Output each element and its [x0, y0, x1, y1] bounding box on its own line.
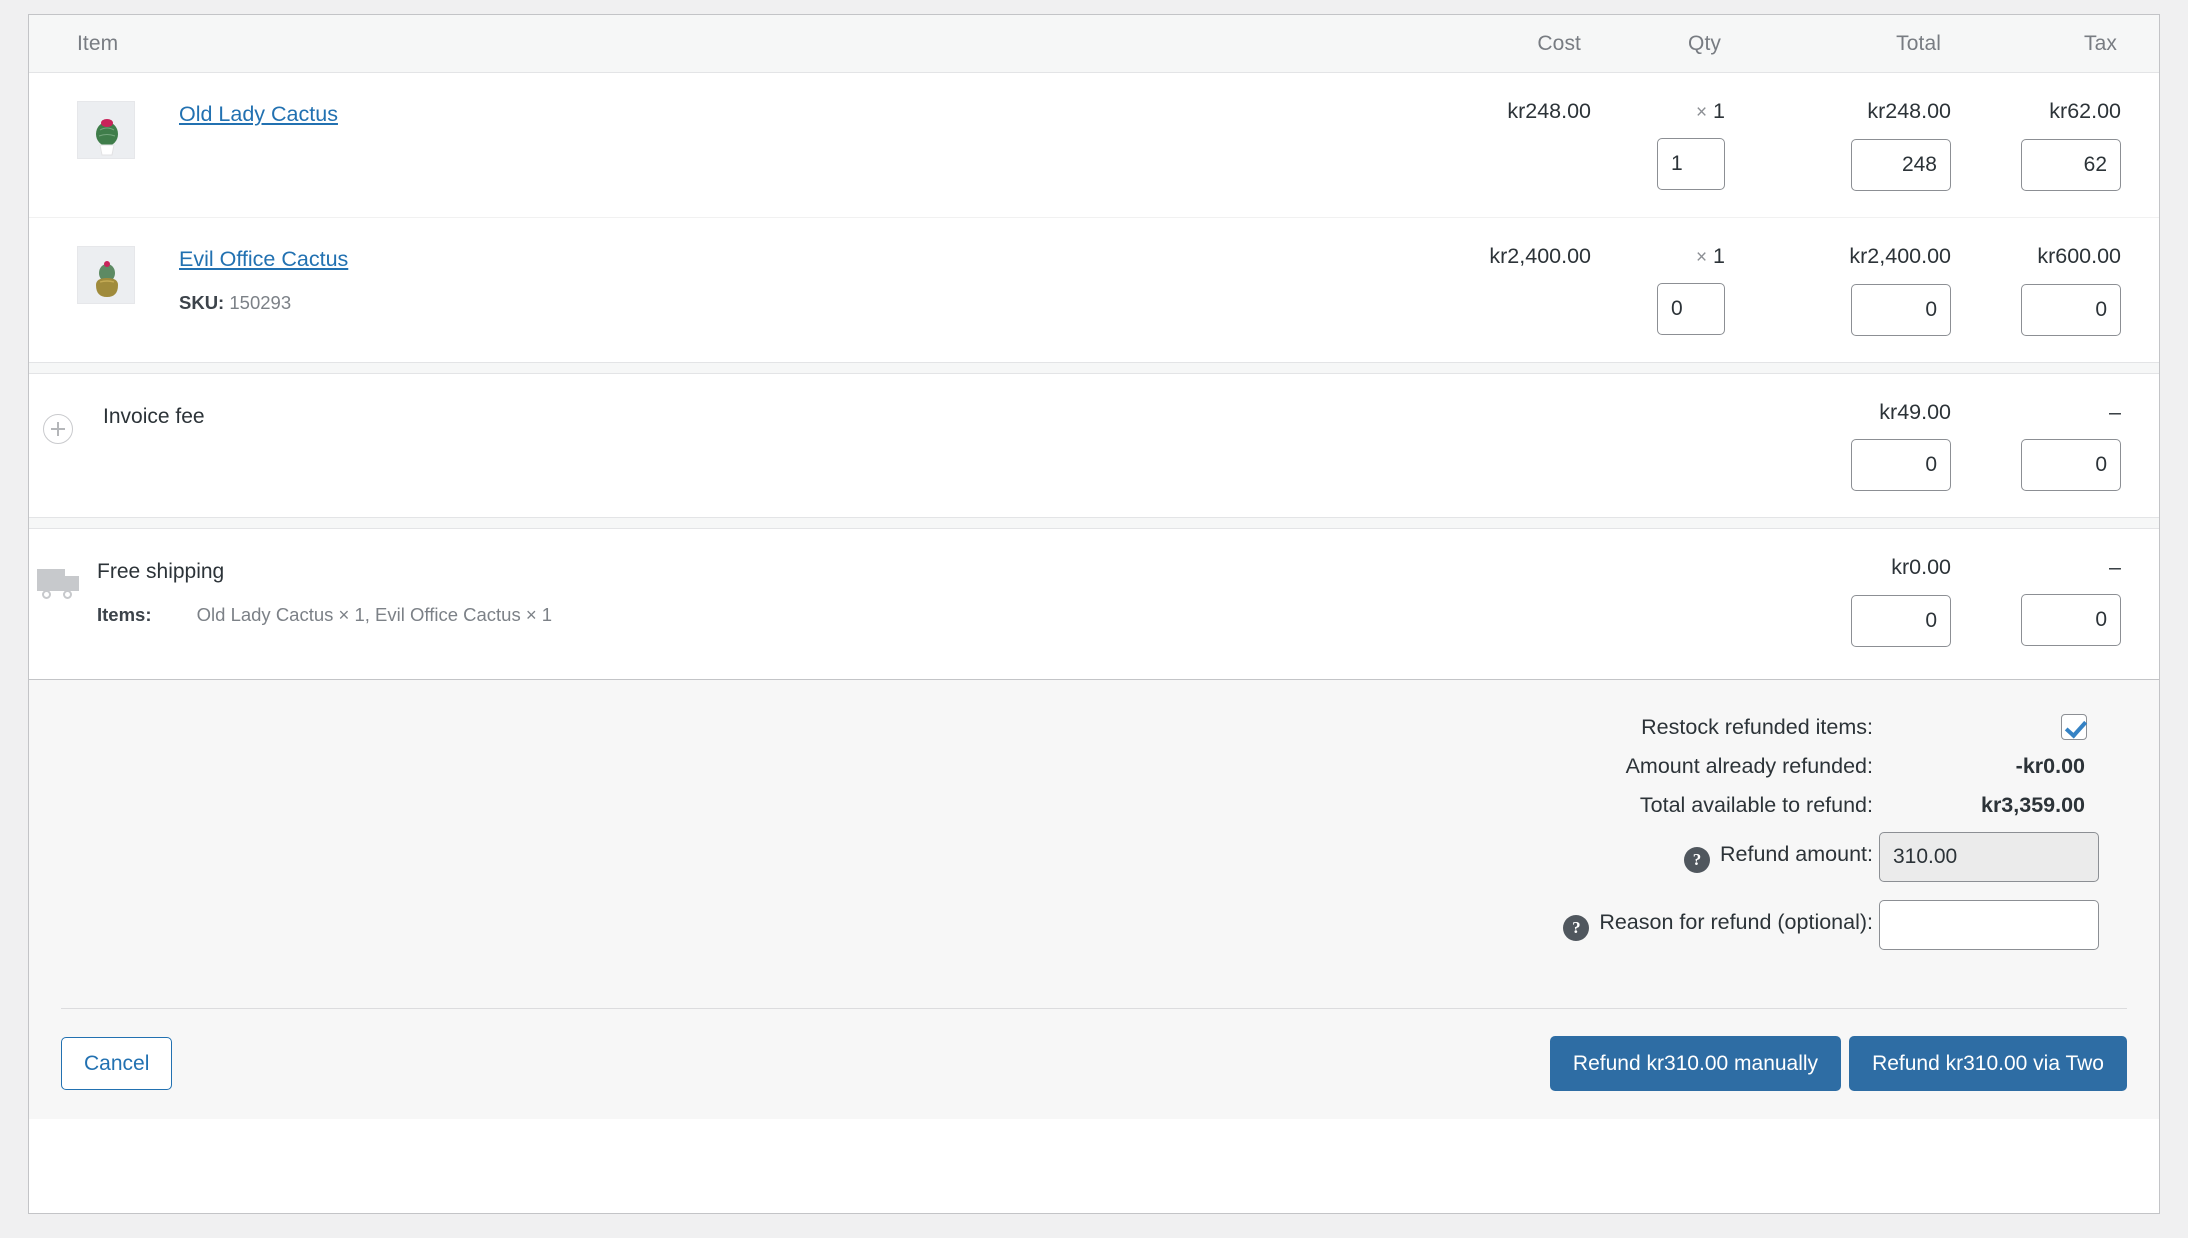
help-icon[interactable]: ?: [1563, 914, 1590, 941]
shipping-items: Items: Old Lady Cactus × 1, Evil Office …: [97, 602, 552, 628]
product-link[interactable]: Old Lady Cactus: [179, 101, 338, 129]
table-row: Old Lady Cactus kr248.00 × 1 kr248.00 kr…: [29, 73, 2159, 217]
available-to-refund-row: Total available to refund: kr3,359.00: [29, 793, 2159, 818]
section-divider: [29, 361, 2159, 374]
item-qty: × 1: [1591, 99, 1725, 124]
shipping-row: Free shipping Items: Old Lady Cactus × 1…: [29, 529, 2159, 679]
available-to-refund-value: kr3,359.00: [1980, 793, 2085, 818]
restock-checkbox[interactable]: [2061, 714, 2087, 741]
already-refunded-label: Amount already refunded:: [1625, 754, 1873, 779]
refund-qty-input[interactable]: [1657, 138, 1725, 190]
qty-value: 1: [1713, 243, 1725, 268]
refund-qty-input[interactable]: [1657, 282, 1725, 335]
column-header-total: Total: [1896, 31, 1941, 55]
item-cost: kr2,400.00: [1489, 243, 1591, 268]
refund-shipping-total-input[interactable]: [1851, 595, 1951, 648]
fee-name: Invoice fee: [103, 404, 205, 428]
item-qty: × 1: [1591, 244, 1725, 269]
column-header-cost: Cost: [1537, 31, 1581, 55]
sku-label: SKU:: [179, 291, 225, 313]
table-row: Evil Office Cactus SKU: 150293 kr2,400.0…: [29, 216, 2159, 362]
product-thumbnail: [77, 101, 135, 159]
refund-fee-tax-input[interactable]: [2021, 438, 2121, 491]
already-refunded-value: -kr0.00: [2015, 754, 2085, 779]
item-total: kr248.00: [1867, 99, 1951, 123]
help-icon[interactable]: ?: [1684, 846, 1710, 873]
already-refunded-row: Amount already refunded: -kr0.00: [29, 754, 2159, 779]
items-table-header: Item Cost Qty Total Tax: [29, 15, 2159, 73]
cancel-button[interactable]: Cancel: [61, 1037, 173, 1091]
restock-row: Restock refunded items:: [29, 714, 2159, 741]
item-tax: kr62.00: [2049, 99, 2121, 123]
column-header-item: Item: [77, 31, 119, 55]
fee-row: Invoice fee kr49.00 –: [29, 374, 2159, 518]
shipping-tax: –: [2109, 555, 2121, 580]
available-to-refund-label: Total available to refund:: [1639, 793, 1873, 818]
column-header-qty: Qty: [1688, 31, 1721, 55]
refund-summary-section: Restock refunded items: Amount already r…: [29, 679, 2159, 1120]
sku-value: 150293: [229, 291, 292, 313]
refund-total-input[interactable]: [1851, 283, 1951, 336]
cactus-image: [78, 246, 134, 303]
product-link[interactable]: Evil Office Cactus: [179, 246, 348, 274]
refund-reason-label: ? Reason for refund (optional):: [1563, 910, 1873, 941]
product-thumbnail: [77, 245, 135, 304]
qty-value: 1: [1713, 99, 1725, 123]
refund-shipping-tax-input[interactable]: [2021, 594, 2121, 647]
qty-multiply-symbol: ×: [1695, 102, 1708, 123]
refund-reason-label-text: Reason for refund (optional):: [1599, 909, 1873, 934]
refund-amount-input[interactable]: [1879, 832, 2099, 883]
restock-label: Restock refunded items:: [1641, 714, 1873, 739]
add-fee-icon[interactable]: [43, 413, 73, 444]
section-divider: [29, 517, 2159, 530]
shipping-items-value: Old Lady Cactus × 1, Evil Office Cactus …: [196, 603, 553, 625]
shipping-method-name: Free shipping: [97, 560, 225, 584]
refund-reason-input[interactable]: [1879, 900, 2099, 951]
shipping-truck-icon: [37, 569, 81, 600]
refund-manually-button[interactable]: Refund kr310.00 manually: [1549, 1036, 1842, 1092]
refund-tax-input[interactable]: [2021, 138, 2121, 191]
shipping-items-label: Items:: [97, 603, 152, 625]
refund-fee-total-input[interactable]: [1851, 439, 1951, 492]
actions-divider: [61, 1008, 2127, 1010]
column-header-tax: Tax: [2084, 31, 2117, 55]
product-sku: SKU: 150293: [179, 290, 348, 316]
refund-amount-row: ? Refund amount:: [29, 832, 2159, 883]
item-cost: kr248.00: [1507, 99, 1591, 123]
refund-amount-label-text: Refund amount:: [1720, 841, 1873, 866]
actions-bar: Cancel Refund kr310.00 manually Refund k…: [29, 1036, 2159, 1092]
qty-multiply-symbol: ×: [1695, 246, 1708, 268]
refund-tax-input[interactable]: [2021, 283, 2121, 336]
refund-amount-label: ? Refund amount:: [1684, 842, 1873, 873]
refund-total-input[interactable]: [1851, 138, 1951, 191]
refund-via-gateway-button[interactable]: Refund kr310.00 via Two: [1849, 1036, 2127, 1092]
fee-tax: –: [2109, 399, 2121, 424]
fee-total: kr49.00: [1879, 399, 1951, 424]
item-tax: kr600.00: [2037, 243, 2121, 268]
item-total: kr2,400.00: [1849, 243, 1951, 268]
order-refund-panel: Item Cost Qty Total Tax Old Lady Cactus …: [28, 14, 2160, 1214]
refund-reason-row: ? Reason for refund (optional):: [29, 900, 2159, 951]
cactus-image: [78, 102, 134, 158]
shipping-total: kr0.00: [1891, 555, 1951, 580]
